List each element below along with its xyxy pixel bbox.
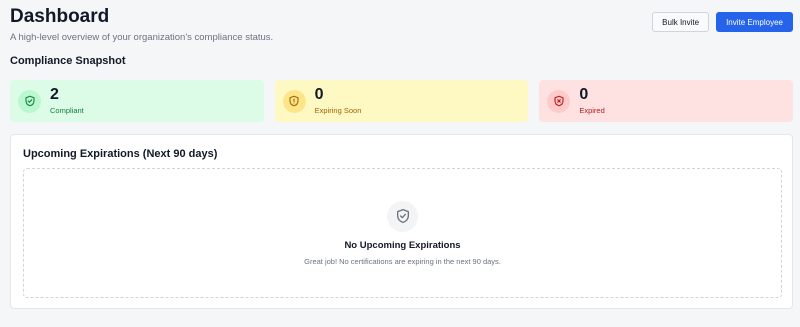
expired-card: 0 Expired	[539, 80, 794, 122]
invite-employee-button[interactable]: Invite Employee	[716, 12, 793, 32]
compliant-count: 2	[50, 86, 59, 103]
compliant-label: Compliant	[50, 106, 84, 115]
shield-alert-icon	[282, 89, 306, 113]
compliance-snapshot-cards: 2 Compliant 0 Expiring Soon 0 Expired	[10, 80, 794, 122]
expired-count: 0	[579, 86, 589, 103]
expiring-soon-count: 0	[314, 86, 324, 103]
empty-state: No Upcoming Expirations Great job! No ce…	[23, 168, 782, 298]
shield-check-icon	[387, 200, 418, 232]
compliance-snapshot-title: Compliance Snapshot	[10, 55, 126, 67]
page-subtitle: A high-level overview of your organizati…	[10, 32, 274, 43]
shield-check-icon	[18, 89, 41, 113]
shield-x-icon	[547, 89, 571, 113]
header-actions: Bulk Invite Invite Employee	[652, 12, 793, 32]
expired-label: Expired	[579, 106, 605, 115]
empty-state-title: No Upcoming Expirations	[344, 239, 461, 251]
bulk-invite-button[interactable]: Bulk Invite	[652, 12, 710, 32]
page-title: Dashboard	[10, 6, 110, 27]
compliant-card: 2 Compliant	[10, 80, 264, 122]
expiring-soon-card: 0 Expiring Soon	[274, 80, 529, 122]
empty-state-description: Great job! No certifications are expirin…	[304, 256, 501, 266]
page-header: Dashboard A high-level overview of your …	[10, 6, 273, 43]
expiring-soon-label: Expiring Soon	[314, 106, 362, 115]
upcoming-expirations-panel: Upcoming Expirations (Next 90 days) No U…	[10, 134, 793, 309]
upcoming-expirations-title: Upcoming Expirations (Next 90 days)	[23, 148, 218, 160]
